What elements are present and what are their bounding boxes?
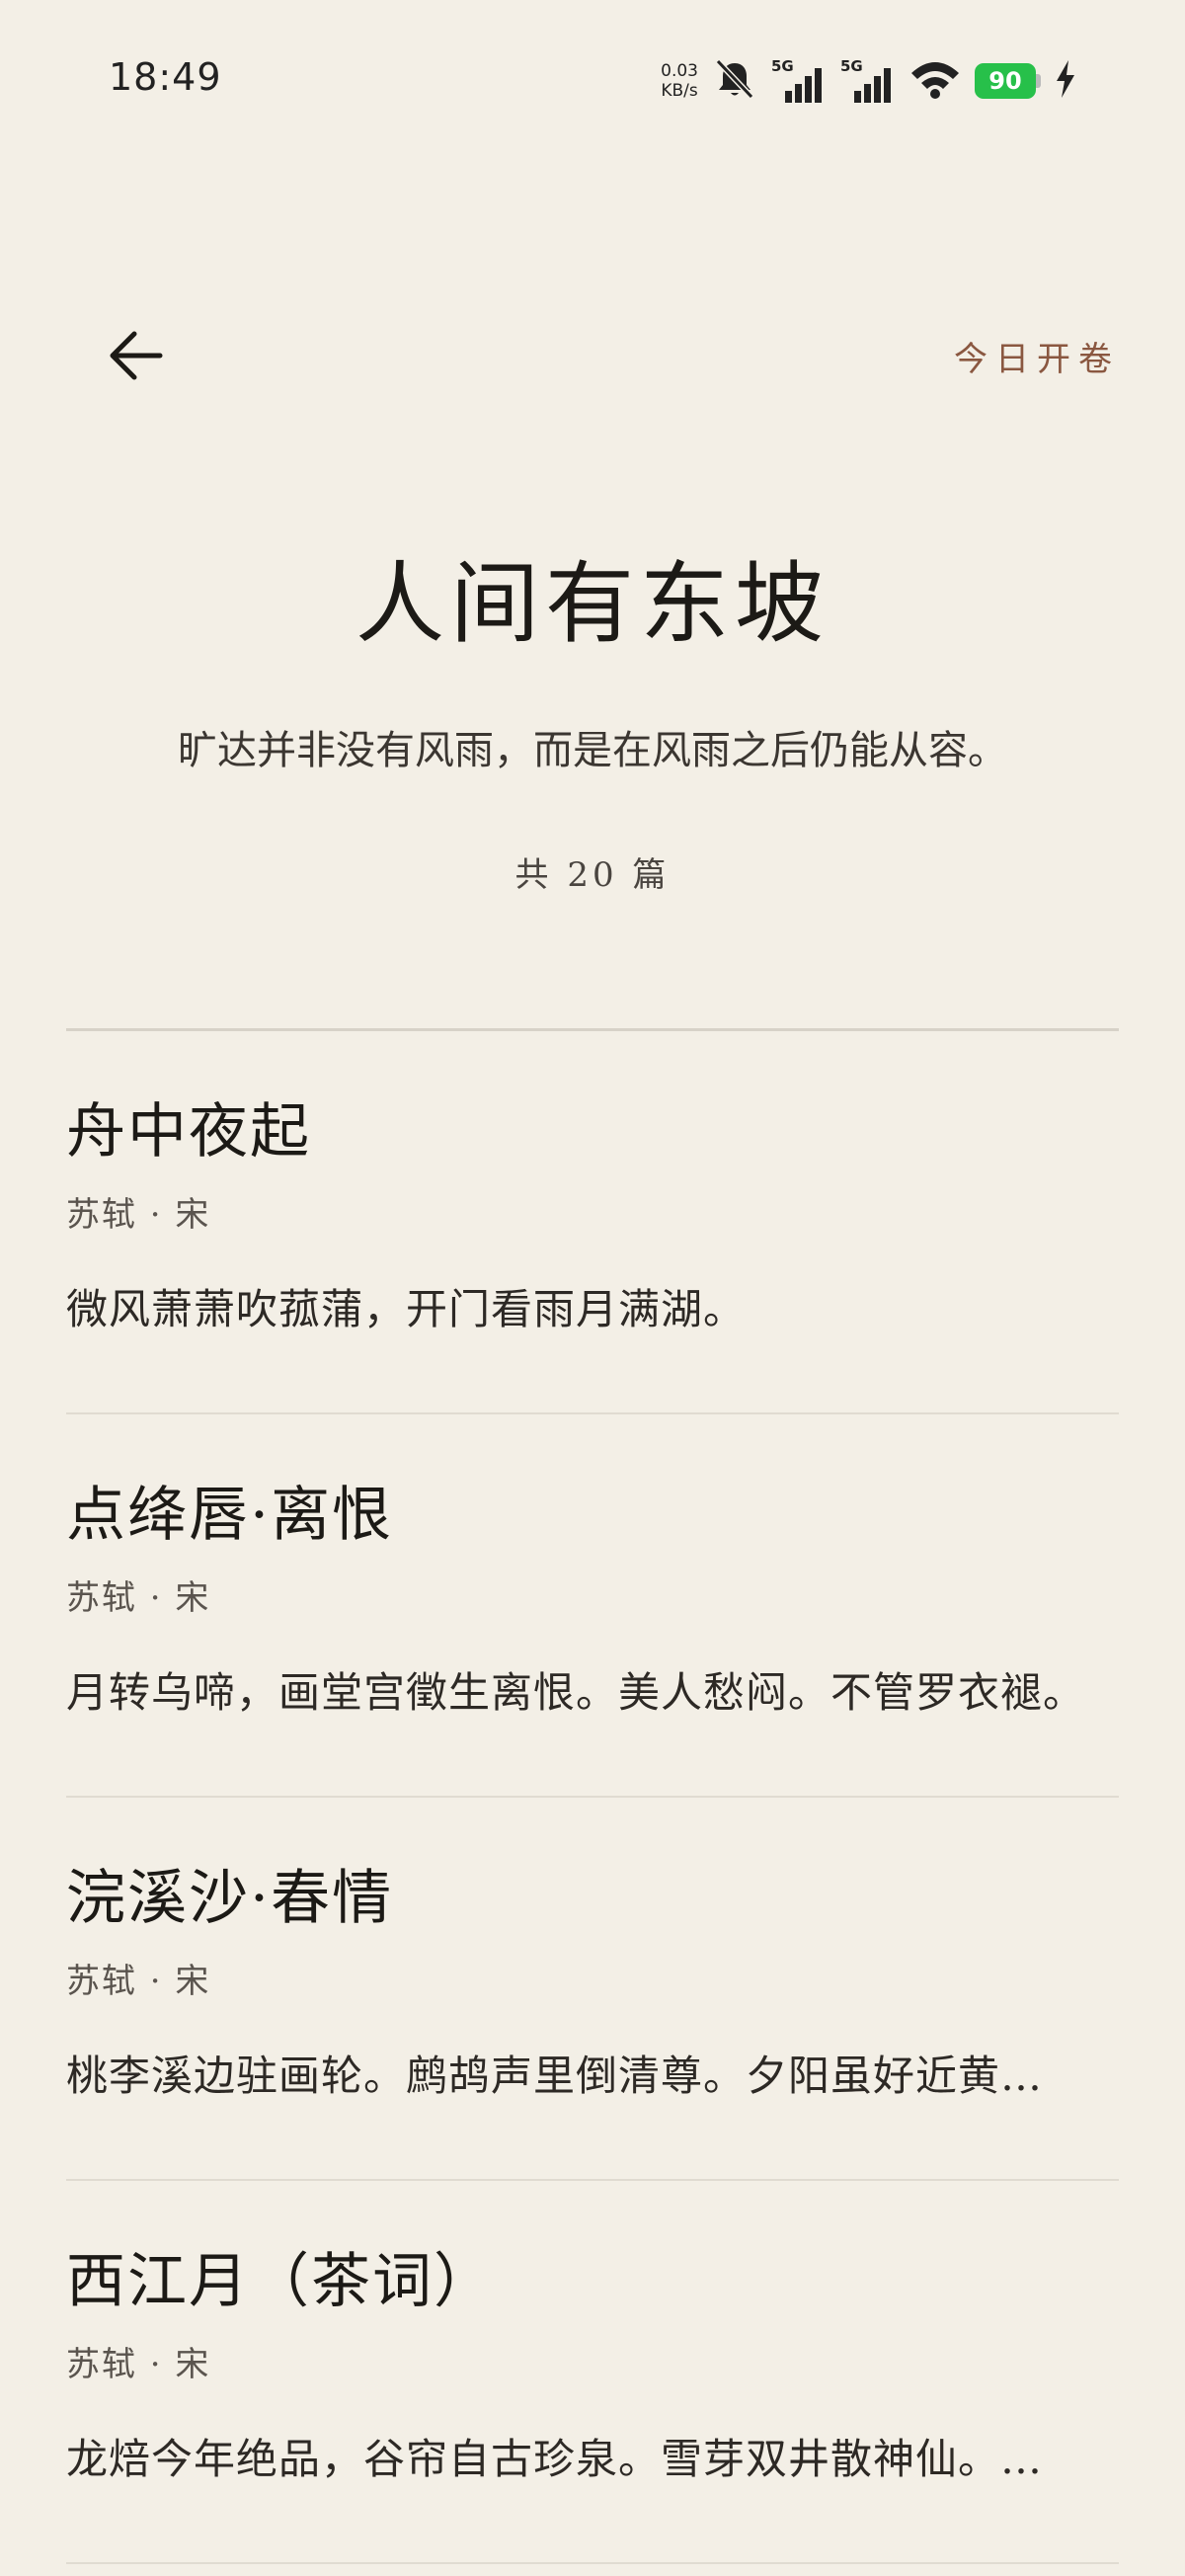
poem-list-item[interactable]: 浣溪沙·春情 苏轼 · 宋 桃李溪边驻画轮。鹧鸪声里倒清尊。夕阳虽好近黄… <box>66 1798 1119 2181</box>
signal-5g-2: 5G <box>840 57 896 105</box>
network-speed: 0.03 KB/s <box>661 61 698 101</box>
poem-excerpt: 月转乌啼，画堂宫徵生离恨。美人愁闷。不管罗衣褪。 <box>66 1668 1086 1717</box>
bell-muted-icon <box>712 57 757 105</box>
status-icons: 0.03 KB/s 5G 5G 90 <box>661 53 1076 109</box>
poem-author: 苏轼 · 宋 <box>66 1578 211 1618</box>
arrow-left-icon <box>110 331 163 380</box>
status-time: 18:49 <box>109 55 222 99</box>
poem-count: 共 20 篇 <box>514 855 671 895</box>
network-speed-unit: KB/s <box>661 81 698 101</box>
poem-list-item[interactable]: 西江月（茶词） 苏轼 · 宋 龙焙今年绝品，谷帘自古珍泉。雪芽双井散神仙。… <box>66 2181 1119 2564</box>
signal-icon <box>785 68 822 103</box>
poem-excerpt: 微风萧萧吹菰蒲，开门看雨月满湖。 <box>66 1285 747 1333</box>
collection-subtitle: 旷达并非没有风雨，而是在风雨之后仍能从容。 <box>178 728 1007 773</box>
battery-icon: 90 <box>975 63 1041 99</box>
poem-list-item[interactable]: 点绛唇·离恨 苏轼 · 宋 月转乌啼，画堂宫徵生离恨。美人愁闷。不管罗衣褪。 <box>66 1414 1119 1798</box>
wifi-icon <box>909 59 961 103</box>
poem-author: 苏轼 · 宋 <box>66 2345 211 2384</box>
poem-title: 点绛唇·离恨 <box>66 1481 394 1550</box>
status-bar: 18:49 0.03 KB/s 5G 5G 90 <box>0 0 1185 158</box>
poem-title: 舟中夜起 <box>66 1097 311 1167</box>
poem-list: 舟中夜起 苏轼 · 宋 微风萧萧吹菰蒲，开门看雨月满湖。 点绛唇·离恨 苏轼 ·… <box>66 1031 1119 2564</box>
charging-icon <box>1055 60 1076 102</box>
poem-title: 西江月（茶词） <box>66 2247 495 2316</box>
poem-list-item[interactable]: 舟中夜起 苏轼 · 宋 微风萧萧吹菰蒲，开门看雨月满湖。 <box>66 1031 1119 1414</box>
poem-excerpt: 桃李溪边驻画轮。鹧鸪声里倒清尊。夕阳虽好近黄… <box>66 2052 1044 2100</box>
battery-level: 90 <box>975 63 1036 99</box>
poem-title: 浣溪沙·春情 <box>66 1864 394 1933</box>
signal-5g-1: 5G <box>771 57 827 105</box>
network-speed-value: 0.03 <box>661 61 698 81</box>
poem-excerpt: 龙焙今年绝品，谷帘自古珍泉。雪芽双井散神仙。… <box>66 2435 1044 2483</box>
today-open-link[interactable]: 今日开卷 <box>954 332 1120 380</box>
poem-author: 苏轼 · 宋 <box>66 1962 211 2001</box>
back-button[interactable] <box>99 318 174 393</box>
battery-cap <box>1036 74 1041 88</box>
poem-author: 苏轼 · 宋 <box>66 1195 211 1235</box>
signal-icon <box>854 68 891 103</box>
collection-title: 人间有东坡 <box>356 552 830 656</box>
